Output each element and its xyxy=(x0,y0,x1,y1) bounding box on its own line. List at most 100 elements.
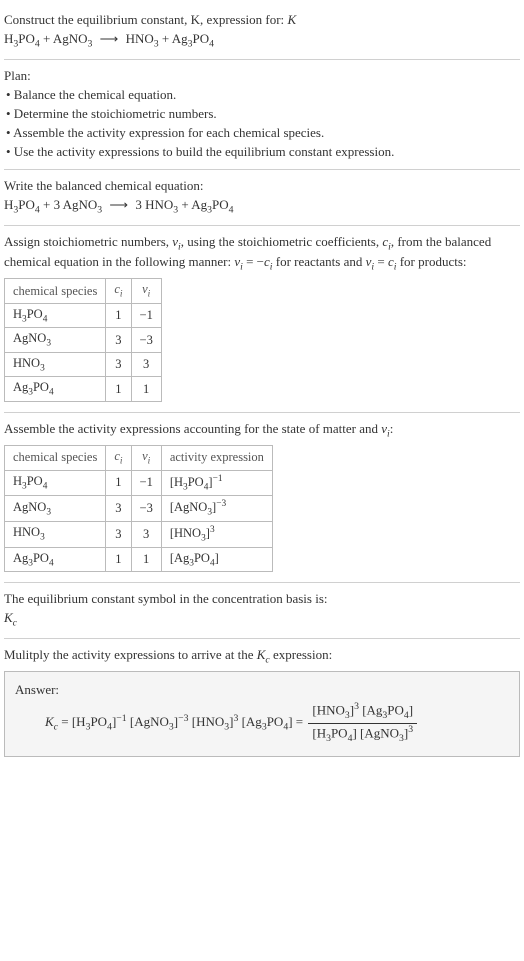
kc-symbol: Kc xyxy=(4,610,520,630)
term: ] = xyxy=(288,714,306,729)
cell-vi: 1 xyxy=(131,547,161,572)
cell-ci: 3 xyxy=(106,352,131,377)
term: [HNO xyxy=(189,714,225,729)
table-row: H3PO4 1 −1 xyxy=(5,303,162,328)
reaction-arrow-icon xyxy=(105,197,132,212)
cell-ci: 1 xyxy=(106,470,131,496)
col-vi: νi xyxy=(131,279,161,304)
text: for products: xyxy=(396,254,466,269)
eq-text: H xyxy=(4,31,13,46)
k-letter: K xyxy=(45,714,54,729)
col-vi: νi xyxy=(131,446,161,471)
text: , using the stoichiometric coefficients, xyxy=(181,234,383,249)
plan-section: Plan: • Balance the chemical equation. •… xyxy=(4,60,520,169)
term: [Ag xyxy=(238,714,261,729)
eq-text: PO xyxy=(18,31,35,46)
final-section: Mulitply the activity expressions to arr… xyxy=(4,639,520,762)
eq-text: + 3 AgNO xyxy=(40,197,98,212)
term: [AgNO xyxy=(127,714,169,729)
intro-section: Construct the equilibrium constant, K, e… xyxy=(4,4,520,60)
plan-bullet: • Balance the chemical equation. xyxy=(4,87,520,104)
fraction: [HNO3]3 [Ag3PO4] [H3PO4] [AgNO3]3 xyxy=(308,701,417,745)
col-ci: ci xyxy=(106,279,131,304)
col-species: chemical species xyxy=(5,446,106,471)
table-row: Ag3PO4 1 1 xyxy=(5,377,162,402)
cell-vi: −3 xyxy=(131,328,161,353)
eq-text: + Ag xyxy=(178,197,207,212)
eq-text: PO xyxy=(18,197,35,212)
cell-vi: 1 xyxy=(131,377,161,402)
equals: = xyxy=(58,714,72,729)
text: Assign stoichiometric numbers, xyxy=(4,234,172,249)
cell-species: Ag3PO4 xyxy=(5,377,106,402)
text: expression: xyxy=(270,647,332,662)
col-activity: activity expression xyxy=(161,446,272,471)
cell-vi: −1 xyxy=(131,470,161,496)
text: : xyxy=(390,421,394,436)
activity-table: chemical species ci νi activity expressi… xyxy=(4,445,273,572)
plan-bullet: • Use the activity expressions to build … xyxy=(4,144,520,161)
reaction-arrow-icon xyxy=(96,31,123,46)
cell-ci: 3 xyxy=(106,496,131,522)
fraction-numerator: [HNO3]3 [Ag3PO4] xyxy=(308,701,417,724)
cell-species: HNO3 xyxy=(5,521,106,547)
symbol-text: The equilibrium constant symbol in the c… xyxy=(4,591,520,608)
answer-box: Answer: Kc = [H3PO4]−1 [AgNO3]−3 [HNO3]3… xyxy=(4,671,520,756)
cell-species: H3PO4 xyxy=(5,303,106,328)
eq-sub: 4 xyxy=(229,204,234,215)
eq-text: PO xyxy=(212,197,229,212)
answer-label: Answer: xyxy=(15,682,509,699)
cell-vi: −3 xyxy=(131,496,161,522)
cell-ci: 1 xyxy=(106,303,131,328)
table-row: HNO3 3 3 [HNO3]3 xyxy=(5,521,273,547)
cell-vi: 3 xyxy=(131,352,161,377)
term: PO xyxy=(267,714,284,729)
k-letter: K xyxy=(4,610,13,625)
table-row: Ag3PO4 1 1 [Ag3PO4] xyxy=(5,547,273,572)
stoich-table: chemical species ci νi H3PO4 1 −1 AgNO3 … xyxy=(4,278,162,402)
eq-text: 3 HNO xyxy=(135,197,173,212)
cell-ci: 3 xyxy=(106,328,131,353)
text: for reactants and xyxy=(273,254,366,269)
sup: −3 xyxy=(178,713,188,724)
eq-sub: 3 xyxy=(97,204,102,215)
balanced-equation: H3PO4 + 3 AgNO3 3 HNO3 + Ag3PO4 xyxy=(4,197,520,217)
cell-ci: 1 xyxy=(106,547,131,572)
intro-title: Construct the equilibrium constant, K, e… xyxy=(4,12,520,29)
text: = − xyxy=(243,254,264,269)
cell-species: HNO3 xyxy=(5,352,106,377)
fraction-denominator: [H3PO4] [AgNO3]3 xyxy=(308,724,417,746)
table-row: AgNO3 3 −3 [AgNO3]−3 xyxy=(5,496,273,522)
symbol-section: The equilibrium constant symbol in the c… xyxy=(4,583,520,639)
table-row: H3PO4 1 −1 [H3PO4]−1 xyxy=(5,470,273,496)
intro-title-text: Construct the equilibrium constant, K, e… xyxy=(4,12,284,27)
eq-sub: 4 xyxy=(209,38,214,49)
term: [H xyxy=(72,714,86,729)
cell-activity: [HNO3]3 xyxy=(161,521,272,547)
cell-species: AgNO3 xyxy=(5,496,106,522)
text: = xyxy=(374,254,388,269)
table-row: HNO3 3 3 xyxy=(5,352,162,377)
c-sub: c xyxy=(13,618,17,629)
sup: −1 xyxy=(116,713,126,724)
cell-ci: 1 xyxy=(106,377,131,402)
intro-equation: H3PO4 + AgNO3 HNO3 + Ag3PO4 xyxy=(4,31,520,51)
col-ci: ci xyxy=(106,446,131,471)
answer-equation: Kc = [H3PO4]−1 [AgNO3]−3 [HNO3]3 [Ag3PO4… xyxy=(15,701,509,745)
cell-vi: 3 xyxy=(131,521,161,547)
text: Assemble the activity expressions accoun… xyxy=(4,421,381,436)
eq-text: HNO xyxy=(126,31,154,46)
cell-species: Ag3PO4 xyxy=(5,547,106,572)
table-row: AgNO3 3 −3 xyxy=(5,328,162,353)
eq-text: H xyxy=(4,197,13,212)
eq-text: + Ag xyxy=(159,31,188,46)
eq-text: + AgNO xyxy=(40,31,88,46)
cell-activity: [AgNO3]−3 xyxy=(161,496,272,522)
stoich-intro: Assign stoichiometric numbers, νi, using… xyxy=(4,234,520,275)
activity-section: Assemble the activity expressions accoun… xyxy=(4,413,520,583)
activity-intro: Assemble the activity expressions accoun… xyxy=(4,421,520,441)
col-species: chemical species xyxy=(5,279,106,304)
stoich-section: Assign stoichiometric numbers, νi , using… xyxy=(4,226,520,413)
eq-text: PO xyxy=(193,31,210,46)
cell-species: AgNO3 xyxy=(5,328,106,353)
